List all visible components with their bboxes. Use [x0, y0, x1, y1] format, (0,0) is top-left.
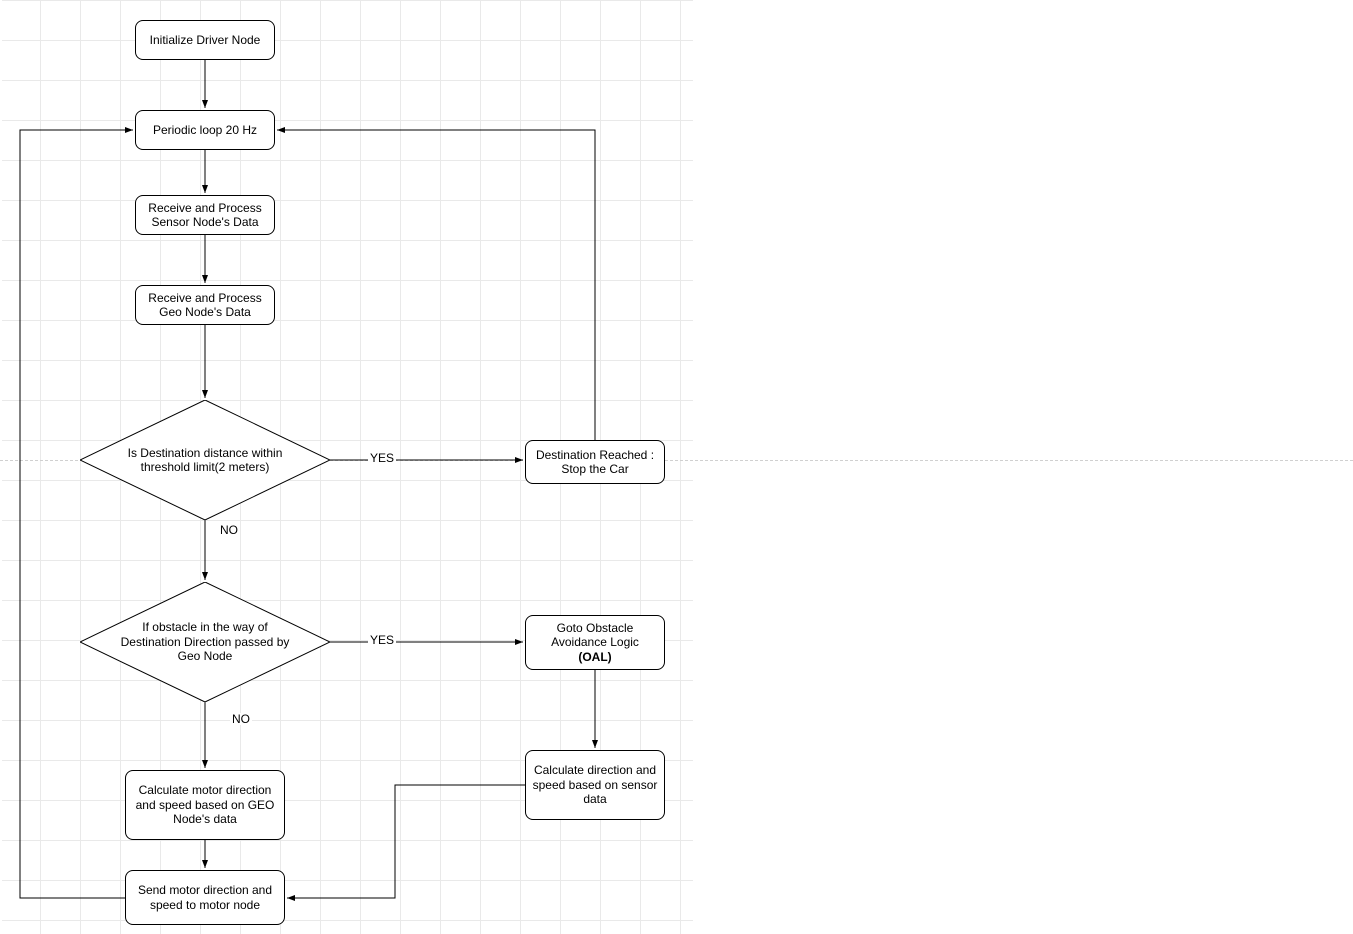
edge-label-no: NO [230, 713, 252, 725]
node-text: Send motor direction and speed to motor … [132, 883, 278, 912]
node-text: Destination Reached : Stop the Car [532, 448, 658, 477]
node-text: Receive and Process Sensor Node's Data [142, 201, 268, 230]
node-text: Calculate motor direction and speed base… [132, 783, 278, 826]
node-initialize-driver: Initialize Driver Node [135, 20, 275, 60]
decision-text: Is Destination distance within threshold… [114, 446, 296, 475]
node-send-motor: Send motor direction and speed to motor … [125, 870, 285, 925]
node-receive-geo: Receive and Process Geo Node's Data [135, 285, 275, 325]
node-calc-geo: Calculate motor direction and speed base… [125, 770, 285, 840]
flowchart-canvas: Initialize Driver Node Periodic loop 20 … [0, 0, 1353, 934]
edge-label-yes: YES [368, 634, 396, 646]
node-receive-sensor: Receive and Process Sensor Node's Data [135, 195, 275, 235]
decision-obstacle-in-way: If obstacle in the way of Destination Di… [80, 582, 330, 702]
node-periodic-loop: Periodic loop 20 Hz [135, 110, 275, 150]
node-calc-sensor: Calculate direction and speed based on s… [525, 750, 665, 820]
node-text: Initialize Driver Node [150, 33, 261, 47]
decision-destination-threshold: Is Destination distance within threshold… [80, 400, 330, 520]
decision-text: If obstacle in the way of Destination Di… [114, 620, 296, 663]
edge-label-no: NO [218, 524, 240, 536]
node-text: Receive and Process Geo Node's Data [142, 291, 268, 320]
edge-label-yes: YES [368, 452, 396, 464]
node-text: Calculate direction and speed based on s… [532, 763, 658, 806]
node-text: Periodic loop 20 Hz [153, 123, 257, 137]
node-oal: Goto Obstacle Avoidance Logic (OAL) [525, 615, 665, 670]
node-text: Goto Obstacle Avoidance Logic [532, 621, 658, 650]
node-text-bold: (OAL) [578, 650, 611, 664]
node-destination-reached: Destination Reached : Stop the Car [525, 440, 665, 484]
